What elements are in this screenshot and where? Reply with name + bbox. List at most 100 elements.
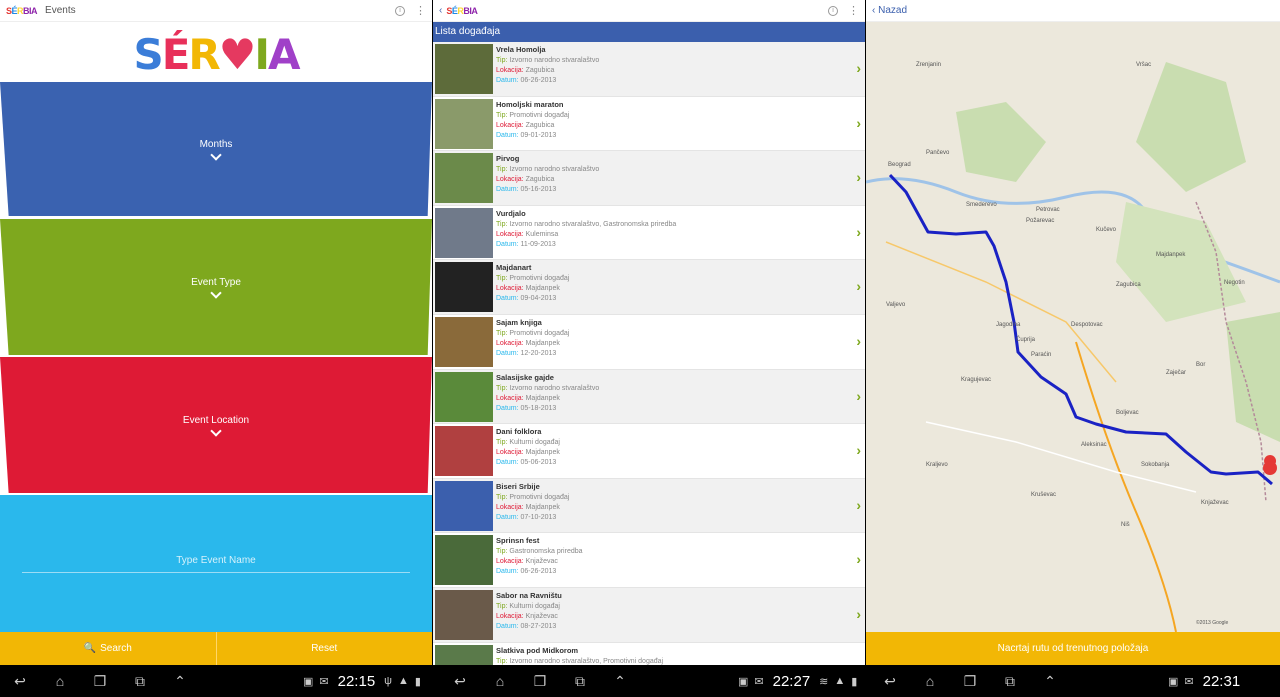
- location-prefix: Lokacija:: [496, 449, 524, 457]
- list-item[interactable]: Pirvog Tip: Izvorno narodno stvaralaštvo L…: [433, 151, 865, 206]
- reset-button[interactable]: Reset: [217, 632, 433, 665]
- event-type: Izvorno narodno stvaralaštvo: [509, 166, 600, 174]
- event-type: Promotivni događaj: [509, 111, 570, 119]
- map-view[interactable]: Beograd Pančevo Smederevo Požarevac Krag…: [866, 22, 1280, 632]
- chevron-right-icon: ›: [856, 223, 861, 240]
- location-prefix: Lokacija:: [496, 176, 524, 184]
- map-label: Zrenjanin: [916, 62, 942, 68]
- location-prefix: Lokacija:: [496, 67, 524, 74]
- list-item[interactable]: Sajam knjiga Tip: Promotivni događaj Lokac…: [433, 315, 865, 370]
- list-item[interactable]: Majdanart Tip: Promotivni događaj Lokacija…: [433, 260, 865, 315]
- date-prefix: Datum:: [496, 186, 519, 194]
- menu-up-icon[interactable]: ⌃: [600, 673, 640, 690]
- home-nav-icon[interactable]: ⌂: [40, 673, 80, 689]
- screenshot-nav-icon[interactable]: ⧉: [990, 673, 1030, 690]
- event-thumbnail: [435, 316, 493, 367]
- back-nav-icon[interactable]: ↩: [440, 673, 480, 690]
- location-prefix: Lokacija:: [496, 121, 524, 129]
- map-label: Petrovac: [1036, 207, 1060, 213]
- chevron-right-icon: ›: [856, 278, 861, 295]
- map-label: Boljevac: [1116, 410, 1139, 416]
- type-prefix: Tip:: [496, 384, 508, 392]
- logo-letter: R: [188, 29, 220, 79]
- type-prefix: Tip:: [496, 439, 508, 447]
- events-filter-screen: SÉRBIA Events i ⋮ S É R ♥ I A Months Eve…: [0, 0, 432, 665]
- event-details: Sajam knjiga Tip: Promotivni događaj Lokac…: [496, 317, 569, 359]
- type-prefix: Tip:: [496, 493, 508, 501]
- back-button[interactable]: ‹ Nazad: [872, 5, 907, 16]
- screenshot-nav-icon[interactable]: ⧉: [120, 673, 160, 690]
- event-type: Gastronomska priredba: [509, 548, 583, 556]
- chevron-right-icon: ›: [856, 169, 861, 186]
- back-nav-icon[interactable]: ↩: [870, 673, 910, 690]
- list-item[interactable]: Slatkiva pod Midkorom Tip: Izvorno narodn…: [433, 643, 865, 665]
- type-prefix: Tip:: [496, 166, 508, 174]
- type-prefix: Tip:: [496, 602, 508, 610]
- home-nav-icon[interactable]: ⌂: [480, 673, 520, 689]
- event-location: Zagubica: [525, 176, 555, 184]
- recents-nav-icon[interactable]: ❐: [520, 673, 560, 690]
- action-bar: SÉRBIA Events i ⋮: [0, 0, 432, 22]
- type-prefix: Tip:: [496, 220, 508, 228]
- event-title: Sprinsn fest: [496, 536, 540, 546]
- screenshot-nav-icon[interactable]: ⧉: [560, 673, 600, 690]
- search-button[interactable]: 🔍 Search: [0, 632, 216, 665]
- recents-nav-icon[interactable]: ❐: [950, 673, 990, 690]
- map-label: Niš: [1121, 522, 1130, 528]
- event-details: Majdanart Tip: Promotivni događaj Lokacija…: [496, 262, 569, 304]
- list-item[interactable]: Homoljski maraton Tip: Promotivni događaj…: [433, 97, 865, 152]
- months-selector[interactable]: Months: [0, 82, 432, 216]
- draw-route-button[interactable]: Nacrtaj rutu od trenutnog položaja: [866, 632, 1280, 665]
- date-prefix: Datum:: [496, 131, 519, 139]
- list-item[interactable]: Biseri Srbije Tip: Promotivni događaj Loka…: [433, 478, 865, 534]
- event-details: Salasijske gajde Tip: Izvorno narodno stv…: [496, 372, 599, 414]
- list-item[interactable]: Sprinsn fest Tip: Gastronomska priredba Lo…: [433, 533, 865, 588]
- screen-title: Events: [45, 5, 76, 16]
- map-label: Kučevo: [1096, 227, 1117, 233]
- info-icon[interactable]: i: [828, 5, 838, 16]
- event-thumbnail: [435, 426, 493, 477]
- event-details: Slatkiva pod Midkorom Tip: Izvorno narodn…: [496, 645, 663, 665]
- clock: 22:27: [772, 672, 811, 690]
- battery-icon: ▮: [851, 675, 858, 688]
- event-type-selector[interactable]: Event Type: [0, 219, 432, 355]
- date-prefix: Datum:: [496, 622, 519, 630]
- overflow-menu-icon[interactable]: ⋮: [848, 4, 859, 17]
- list-item[interactable]: Salasijske gajde Tip: Izvorno narodno stv…: [433, 369, 865, 425]
- overflow-menu-icon[interactable]: ⋮: [415, 4, 426, 17]
- event-date: 11-09-2013: [520, 240, 556, 248]
- map-label: Aleksinac: [1081, 442, 1107, 448]
- event-location: Majdanpek: [525, 503, 560, 511]
- home-nav-icon[interactable]: ⌂: [910, 673, 950, 689]
- usb-icon: ψ: [384, 675, 393, 687]
- recents-nav-icon[interactable]: ❐: [80, 673, 120, 690]
- search-icon: 🔍: [83, 643, 97, 654]
- event-location-selector[interactable]: Event Location: [0, 357, 432, 493]
- app-logo-icon: SÉRBIA: [6, 5, 38, 16]
- menu-up-icon[interactable]: ⌃: [160, 673, 200, 690]
- chevron-right-icon: ›: [856, 496, 861, 513]
- signal-icon: ▲: [834, 675, 846, 687]
- event-thumbnail: [435, 371, 493, 422]
- type-prefix: Tip:: [496, 657, 508, 665]
- menu-up-icon[interactable]: ⌃: [1030, 673, 1070, 690]
- event-title: Biseri Srbije: [496, 481, 540, 491]
- event-date: 05-06-2013: [520, 459, 557, 467]
- event-title: Slatkiva pod Midkorom: [496, 645, 579, 655]
- event-location: Zagubica: [525, 121, 555, 129]
- info-icon[interactable]: i: [395, 5, 405, 16]
- action-bar: ‹ SÉRBIA i ⋮: [433, 0, 865, 22]
- event-date: 06-26-2013: [520, 77, 557, 84]
- event-type: Izvorno narodno stvaralaštvo, Promotivni…: [509, 657, 664, 665]
- event-date: 06-26-2013: [520, 568, 557, 576]
- type-prefix: Tip:: [496, 275, 508, 283]
- list-item[interactable]: Vurdjalo Tip: Izvorno narodno stvaralaštv…: [433, 206, 865, 261]
- app-logo-icon: SÉRBIA: [446, 5, 478, 16]
- list-item[interactable]: Sabor na Ravništu Tip: Kulturni događaj Lo…: [433, 587, 865, 643]
- list-item[interactable]: Dani folklora Tip: Kulturni događaj Lokaci…: [433, 424, 865, 479]
- back-icon[interactable]: ‹: [439, 5, 442, 16]
- event-thumbnail: [435, 153, 493, 204]
- event-name-field[interactable]: Type Event Name: [0, 495, 432, 632]
- list-item[interactable]: Vrela Homolja Tip: Izvorno narodno stvara…: [433, 42, 865, 97]
- back-nav-icon[interactable]: ↩: [0, 673, 40, 690]
